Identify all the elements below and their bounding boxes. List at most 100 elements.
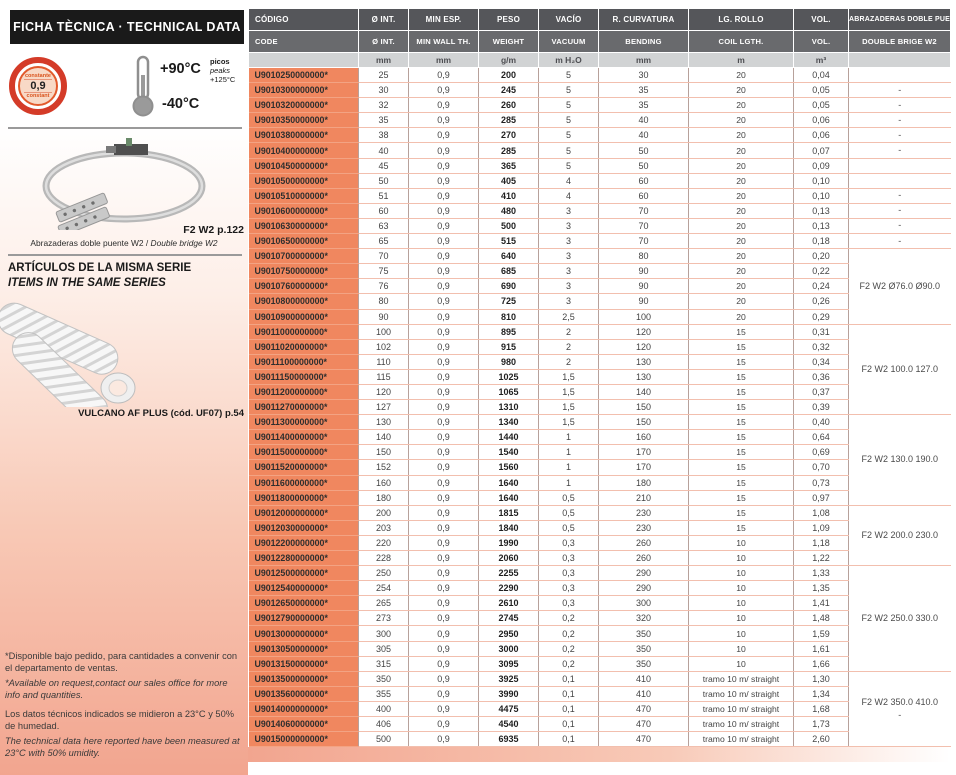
- cell-volume: 0,13: [794, 203, 849, 218]
- cell-volume: 0,24: [794, 279, 849, 294]
- cell-volume: 0,69: [794, 445, 849, 460]
- page-title: FICHA TÈCNICA · TECHNICAL DATA: [10, 10, 244, 44]
- badge-value: 0,9: [24, 79, 51, 93]
- cell-inner-diameter: 150: [359, 445, 409, 460]
- cell-vacuum: 1,5: [539, 369, 599, 384]
- cell-bending: 50: [599, 143, 689, 158]
- cell-min-wall: 0,9: [409, 581, 479, 596]
- cell-min-wall: 0,9: [409, 701, 479, 716]
- cell-code: U9010500000000*: [249, 173, 359, 188]
- cell-volume: 2,60: [794, 732, 849, 747]
- cell-vacuum: 0,3: [539, 566, 599, 581]
- header-cell-6: m: [689, 53, 794, 68]
- cell-code: U9013150000000*: [249, 656, 359, 671]
- table-row: U9010250000000*250,9200530200,04: [249, 68, 951, 83]
- cell-inner-diameter: 300: [359, 626, 409, 641]
- cell-inner-diameter: 38: [359, 128, 409, 143]
- cell-bending: 320: [599, 611, 689, 626]
- header-cell-5: mm: [599, 53, 689, 68]
- cell-bending: 210: [599, 490, 689, 505]
- cell-min-wall: 0,9: [409, 505, 479, 520]
- header-cell-4: VACÍO: [539, 9, 599, 31]
- cell-coil-length: 20: [689, 249, 794, 264]
- cell-weight: 365: [479, 158, 539, 173]
- cell-min-wall: 0,9: [409, 143, 479, 158]
- cell-vacuum: 0,1: [539, 732, 599, 747]
- cell-volume: 0,13: [794, 218, 849, 233]
- cell-coil-length: 10: [689, 626, 794, 641]
- table-row: U9010700000000*700,9640380200,20F2 W2 Ø7…: [249, 249, 951, 264]
- cell-vacuum: 0,3: [539, 596, 599, 611]
- cell-min-wall: 0,9: [409, 339, 479, 354]
- header-row-en: CODEØ INT.MIN WALL TH.WEIGHTVACUUMBENDIN…: [249, 31, 951, 53]
- table-row: U9010600000000*600,9480370200,13-: [249, 203, 951, 218]
- cell-bending: 290: [599, 581, 689, 596]
- cell-vacuum: 1,5: [539, 384, 599, 399]
- cell-vacuum: 3: [539, 294, 599, 309]
- cell-code: U9011600000000*: [249, 475, 359, 490]
- table-row: U9010400000000*400,9285550200,07-: [249, 143, 951, 158]
- cell-coil-length: 20: [689, 279, 794, 294]
- technical-data-table: CÓDIGOØ INT.MIN ESP.PESOVACÍOR. CURVATUR…: [248, 8, 951, 747]
- cell-inner-diameter: 500: [359, 732, 409, 747]
- table-row: U9013150000000*3150,930950,2350101,66: [249, 656, 951, 671]
- cell-volume: 0,32: [794, 339, 849, 354]
- cell-vacuum: 1: [539, 475, 599, 490]
- cell-volume: 1,30: [794, 671, 849, 686]
- cell-clamp-ref: F2 W2 Ø76.0 Ø90.0: [849, 249, 951, 324]
- cell-bending: 170: [599, 460, 689, 475]
- cell-coil-length: 15: [689, 475, 794, 490]
- spiral-hose-image: [0, 292, 170, 407]
- cell-vacuum: 5: [539, 143, 599, 158]
- cell-vacuum: 0,5: [539, 490, 599, 505]
- cell-code: U9011520000000*: [249, 460, 359, 475]
- cell-weight: 1840: [479, 520, 539, 535]
- cell-min-wall: 0,9: [409, 188, 479, 203]
- cell-min-wall: 0,9: [409, 279, 479, 294]
- cell-vacuum: 0,1: [539, 701, 599, 716]
- table-row: U9011500000000*1500,915401170150,69: [249, 445, 951, 460]
- cell-code: U9012030000000*: [249, 520, 359, 535]
- cell-volume: 0,22: [794, 264, 849, 279]
- cell-weight: 2255: [479, 566, 539, 581]
- table-row: U9011000000000*1000,98952120150,31F2 W2 …: [249, 324, 951, 339]
- cell-coil-length: 10: [689, 641, 794, 656]
- header-cell-2: mm: [409, 53, 479, 68]
- table-row: U9011400000000*1400,914401160150,64: [249, 430, 951, 445]
- cell-weight: 285: [479, 113, 539, 128]
- cell-bending: 35: [599, 83, 689, 98]
- cell-vacuum: 2: [539, 354, 599, 369]
- cell-code: U9010760000000*: [249, 279, 359, 294]
- cell-inner-diameter: 100: [359, 324, 409, 339]
- cell-coil-length: tramo 10 m/ straight: [689, 701, 794, 716]
- table-row: U9012500000000*2500,922550,3290101,33F2 …: [249, 566, 951, 581]
- cell-inner-diameter: 120: [359, 384, 409, 399]
- cell-code: U9011800000000*: [249, 490, 359, 505]
- cell-bending: 170: [599, 445, 689, 460]
- cell-min-wall: 0,9: [409, 566, 479, 581]
- cell-clamp-ref: -: [849, 188, 951, 203]
- cell-weight: 480: [479, 203, 539, 218]
- cell-min-wall: 0,9: [409, 490, 479, 505]
- cell-inner-diameter: 70: [359, 249, 409, 264]
- cell-weight: 1310: [479, 400, 539, 415]
- cell-code: U9012790000000*: [249, 611, 359, 626]
- header-cell-1: Ø INT.: [359, 31, 409, 53]
- cell-weight: 1540: [479, 445, 539, 460]
- cell-code: U9011300000000*: [249, 415, 359, 430]
- note-measured-es: Los datos técnicos indicados se midieron…: [5, 708, 243, 732]
- table-row: U9013000000000*3000,929500,2350101,59: [249, 626, 951, 641]
- cell-coil-length: 10: [689, 535, 794, 550]
- peaks-label-en: peaks: [210, 66, 235, 75]
- cell-bending: 470: [599, 732, 689, 747]
- cell-volume: 0,04: [794, 68, 849, 83]
- clamp-caption: Abrazaderas doble puente W2 / Double bri…: [2, 238, 246, 248]
- cell-inner-diameter: 273: [359, 611, 409, 626]
- header-cell-0: [249, 53, 359, 68]
- cell-code: U9013050000000*: [249, 641, 359, 656]
- cell-coil-length: 15: [689, 445, 794, 460]
- cell-inner-diameter: 152: [359, 460, 409, 475]
- cell-coil-length: tramo 10 m/ straight: [689, 686, 794, 701]
- cell-weight: 3000: [479, 641, 539, 656]
- cell-volume: 1,61: [794, 641, 849, 656]
